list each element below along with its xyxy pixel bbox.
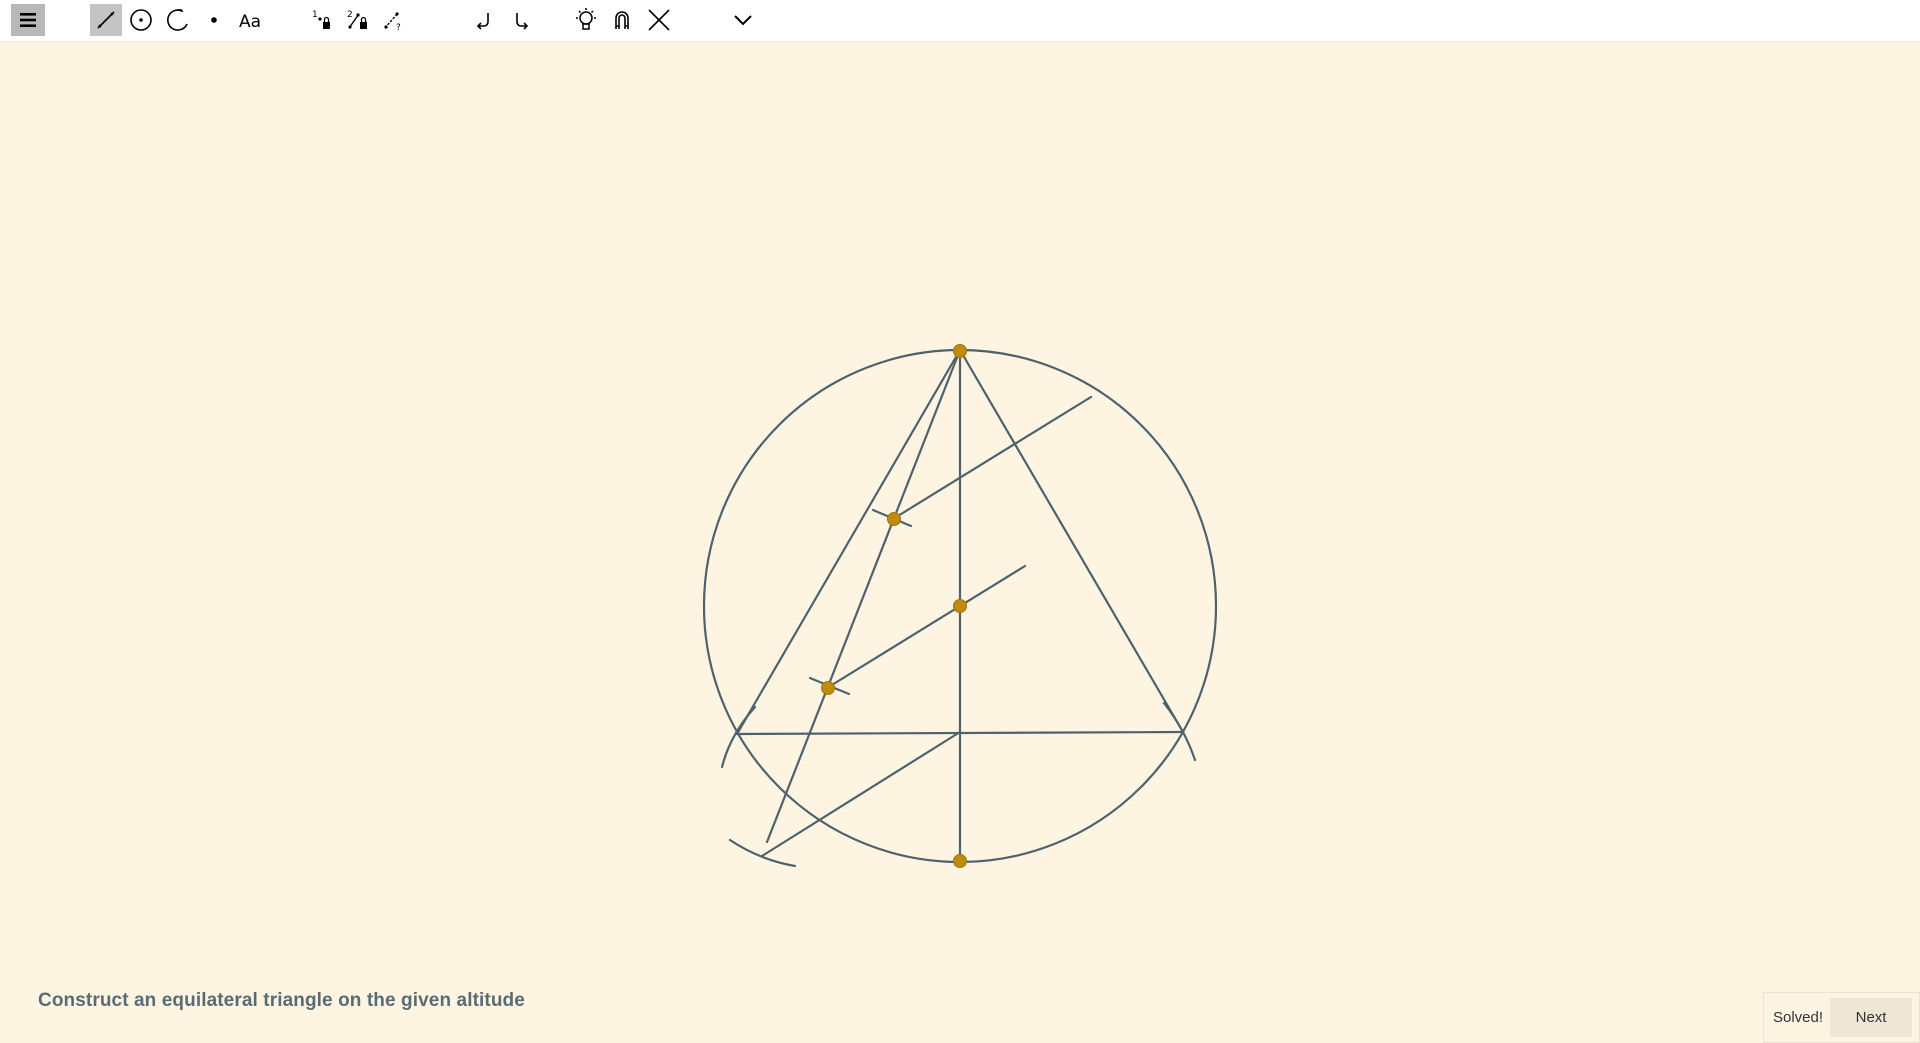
parallel-line-middle — [827, 566, 1025, 688]
point-tool-icon — [201, 7, 227, 33]
next-button[interactable]: Next — [1830, 998, 1912, 1037]
solved-label: Solved! — [1773, 1009, 1823, 1026]
trisect-line — [767, 350, 960, 842]
point-apex[interactable] — [954, 345, 967, 358]
toolbar: Aa 1 2 ? — [0, 0, 1920, 42]
hint-button[interactable] — [570, 4, 602, 36]
two-point-lock-button[interactable]: 2 — [342, 4, 374, 36]
status-panel: Solved! Next — [1763, 992, 1920, 1043]
menu-button[interactable] — [11, 4, 45, 36]
redo-button[interactable] — [505, 4, 537, 36]
construction-drawing — [0, 42, 1920, 1043]
line-tool-button[interactable] — [90, 4, 122, 36]
arc-tool-icon — [165, 7, 191, 33]
magnet-button[interactable] — [606, 4, 638, 36]
svg-text:1: 1 — [312, 10, 318, 20]
arc-tool-button[interactable] — [162, 4, 194, 36]
svg-text:?: ? — [396, 23, 401, 33]
construction-canvas[interactable] — [0, 42, 1920, 1043]
magnet-icon — [609, 7, 635, 33]
point-center[interactable] — [954, 600, 967, 613]
clear-icon — [646, 7, 672, 33]
triangle-side-right — [960, 350, 1183, 732]
text-tool-button[interactable]: Aa — [235, 4, 267, 36]
clear-button[interactable] — [643, 4, 675, 36]
auxiliary-line-lower — [762, 732, 960, 856]
triangle-side-left — [737, 350, 960, 734]
task-goal-text: Construct an equilateral triangle on the… — [38, 990, 525, 1012]
one-point-lock-icon: 1 — [309, 7, 335, 33]
point-altitude-foot[interactable] — [954, 855, 967, 868]
line-question-icon: ? — [381, 7, 407, 33]
one-point-lock-button[interactable]: 1 — [306, 4, 338, 36]
hint-bulb-icon — [573, 7, 599, 33]
chevron-down-icon — [730, 7, 756, 33]
point-tool-button[interactable] — [198, 4, 230, 36]
point-division-lower[interactable] — [822, 682, 835, 695]
arc-mark-bottom — [730, 840, 795, 866]
point-division-upper[interactable] — [888, 513, 901, 526]
two-point-lock-icon: 2 — [345, 7, 371, 33]
more-button[interactable] — [727, 4, 759, 36]
line-tool-icon — [93, 7, 119, 33]
circle-tool-icon — [128, 7, 154, 33]
circle-tool-button[interactable] — [125, 4, 157, 36]
arc-mark-left — [722, 707, 755, 767]
text-tool-icon: Aa — [238, 7, 264, 33]
undo-icon — [471, 7, 497, 33]
svg-text:Aa: Aa — [239, 12, 261, 32]
redo-icon — [508, 7, 534, 33]
undo-button[interactable] — [468, 4, 500, 36]
line-question-button[interactable]: ? — [378, 4, 410, 36]
svg-text:2: 2 — [347, 10, 353, 20]
menu-icon — [15, 7, 41, 33]
